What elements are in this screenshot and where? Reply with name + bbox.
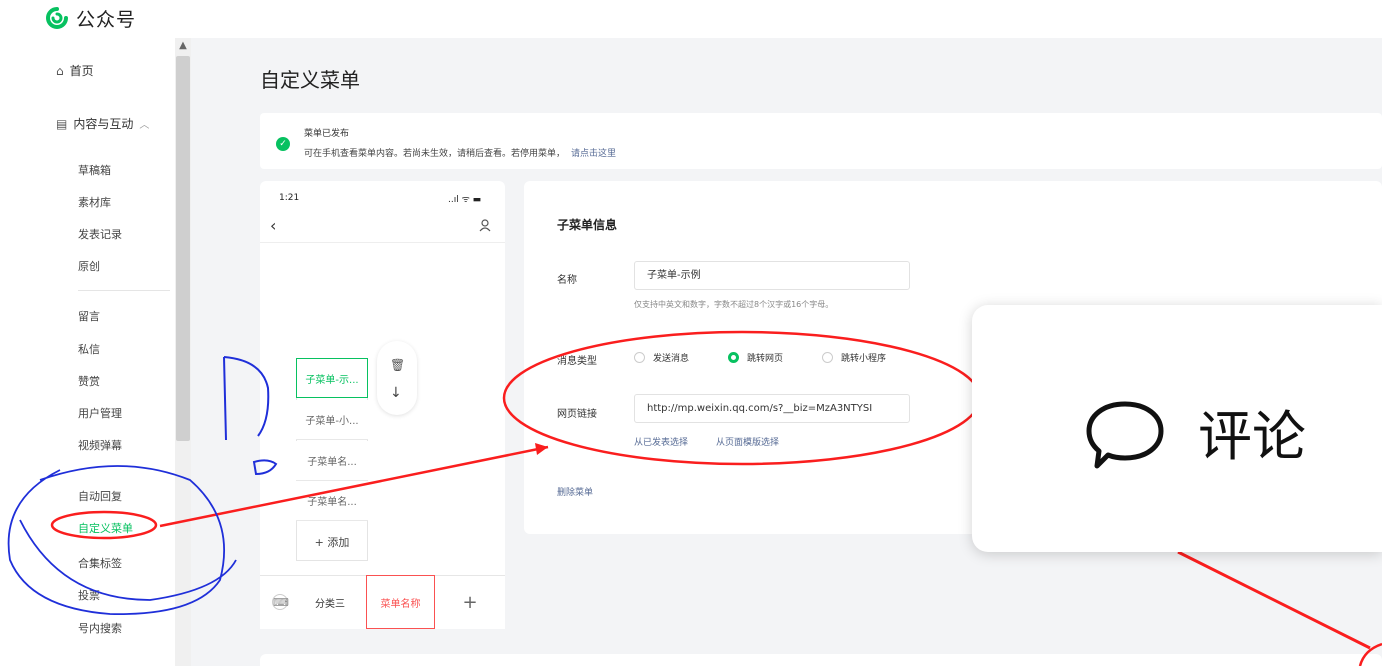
sidebar-home-label: 首页 bbox=[69, 64, 94, 78]
comment-popup[interactable] bbox=[972, 305, 1382, 552]
submenu-tools bbox=[377, 341, 417, 415]
radio-label: 跳转网页 bbox=[747, 354, 784, 364]
message-type-label: 消息类型 bbox=[557, 356, 597, 367]
name-label: 名称 bbox=[557, 275, 577, 286]
sidebar-item-drafts[interactable]: 草稿箱 bbox=[78, 162, 111, 178]
radio-checked-icon bbox=[728, 352, 739, 363]
phone-status-icons: ..ıl ᯤ ▬ bbox=[448, 195, 482, 205]
notice-link[interactable]: 请点击这里 bbox=[571, 149, 616, 159]
sidebar-item-home[interactable]: ⌂ 首页 bbox=[56, 62, 94, 79]
url-input[interactable]: http://mp.weixin.qq.com/s?__biz=MzA3NTYS… bbox=[634, 394, 910, 423]
menu-tab-selected[interactable]: 菜单名称 bbox=[366, 575, 435, 629]
arrow-down-icon[interactable]: ↓ bbox=[390, 385, 402, 401]
sidebar-item-votes[interactable]: 投票 bbox=[78, 587, 100, 603]
chevron-up-icon: ︿ bbox=[139, 120, 150, 131]
radio-jump-miniprogram[interactable]: 跳转小程序 bbox=[822, 351, 886, 364]
comment-label: 评论 bbox=[1198, 405, 1306, 468]
sidebar-item-custom-menu[interactable]: 自定义菜单 bbox=[78, 520, 133, 536]
publish-notice bbox=[260, 113, 1382, 169]
keyboard-icon[interactable]: ⌨ bbox=[272, 594, 289, 610]
home-icon: ⌂ bbox=[56, 63, 64, 78]
back-arrow-icon: ‹ bbox=[270, 216, 277, 235]
choose-from-published-link[interactable]: 从已发表选择 bbox=[634, 435, 688, 448]
sidebar-item-rewards[interactable]: 赞赏 bbox=[78, 373, 100, 389]
sidebar-divider bbox=[78, 290, 170, 291]
scrollbar-thumb[interactable] bbox=[176, 56, 190, 441]
document-icon: ▤ bbox=[56, 116, 68, 131]
notice-desc-text: 可在手机查看菜单内容。若尚未生效，请稍后查看。若停用菜单， bbox=[304, 149, 566, 159]
comment-bubble-icon bbox=[1086, 401, 1164, 469]
delete-menu-link[interactable]: 删除菜单 bbox=[557, 485, 593, 498]
submenu-item[interactable]: 子菜单-小... bbox=[296, 400, 368, 440]
radio-send-message[interactable]: 发送消息 bbox=[634, 351, 689, 364]
sidebar-item-collection-tags[interactable]: 合集标签 bbox=[78, 555, 122, 571]
sidebar-item-auto-reply[interactable]: 自动回复 bbox=[78, 488, 122, 504]
choose-from-template-link[interactable]: 从页面模版选择 bbox=[716, 435, 779, 448]
submenu-item[interactable]: 子菜单名... bbox=[296, 481, 368, 521]
top-bar: 公众号 bbox=[0, 0, 1382, 38]
radio-icon bbox=[822, 352, 833, 363]
brand[interactable]: 公众号 bbox=[46, 4, 136, 32]
sidebar-item-original[interactable]: 原创 bbox=[78, 258, 100, 274]
add-menu-button[interactable]: + bbox=[440, 575, 500, 629]
sidebar-item-messages[interactable]: 私信 bbox=[78, 341, 100, 357]
name-hint: 仅支持中英文和数字，字数不超过8个汉字或16个字母。 bbox=[634, 300, 834, 309]
radio-label: 发送消息 bbox=[653, 354, 690, 364]
phone-time: 1:21 bbox=[279, 193, 300, 203]
sidebar-item-publish-records[interactable]: 发表记录 bbox=[78, 226, 122, 242]
wechat-official-account-logo-icon bbox=[46, 7, 68, 29]
check-circle-icon: ✓ bbox=[276, 137, 290, 151]
submenu-item[interactable]: 子菜单-示... bbox=[296, 358, 368, 398]
sidebar-item-users[interactable]: 用户管理 bbox=[78, 405, 122, 421]
name-input[interactable]: 子菜单-示例 bbox=[634, 261, 910, 290]
radio-jump-webpage[interactable]: 跳转网页 bbox=[728, 351, 783, 364]
sidebar-item-comments[interactable]: 留言 bbox=[78, 308, 100, 324]
bottom-card bbox=[260, 654, 1382, 666]
user-icon bbox=[479, 219, 491, 232]
add-submenu-button[interactable]: + 添加 bbox=[296, 522, 368, 562]
app-name: 公众号 bbox=[76, 8, 137, 31]
page-title: 自定义菜单 bbox=[260, 68, 360, 92]
url-label: 网页链接 bbox=[557, 409, 597, 420]
sidebar-item-materials[interactable]: 素材库 bbox=[78, 194, 111, 210]
form-title: 子菜单信息 bbox=[557, 218, 618, 232]
sidebar-group-content[interactable]: ▤ 内容与互动 ︿ bbox=[56, 115, 149, 132]
scroll-up-arrow-icon[interactable]: ▲ bbox=[176, 40, 190, 52]
notice-description: 可在手机查看菜单内容。若尚未生效，请稍后查看。若停用菜单， 请点击这里 bbox=[304, 146, 616, 159]
sidebar-item-account-search[interactable]: 号内搜索 bbox=[78, 620, 122, 636]
sidebar bbox=[44, 38, 190, 666]
trash-icon[interactable]: 🗑 bbox=[390, 358, 405, 372]
sidebar-group-label: 内容与互动 bbox=[73, 117, 134, 131]
radio-label: 跳转小程序 bbox=[841, 354, 887, 364]
menu-tab[interactable]: 分类三 bbox=[300, 575, 360, 629]
notice-title: 菜单已发布 bbox=[304, 129, 350, 139]
sidebar-item-video-danmaku[interactable]: 视频弹幕 bbox=[78, 437, 122, 453]
submenu-item[interactable]: 子菜单名... bbox=[296, 441, 368, 481]
radio-icon bbox=[634, 352, 645, 363]
